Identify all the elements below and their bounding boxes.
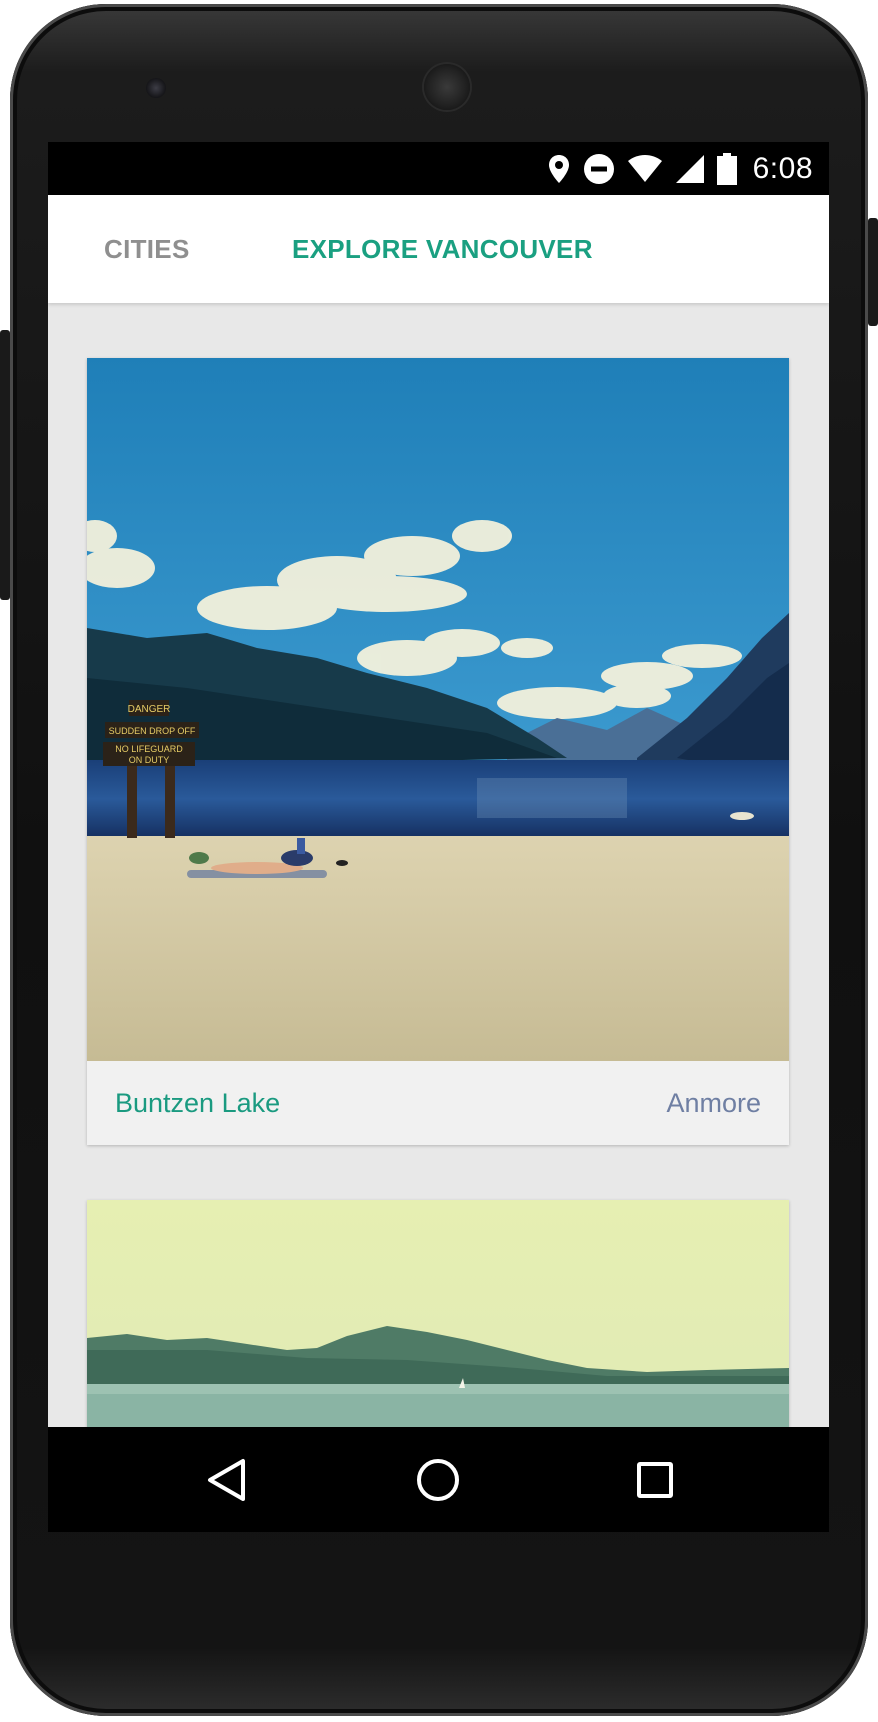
tab-bar: CITIES EXPLORE VANCOUVER bbox=[48, 195, 829, 303]
front-camera bbox=[146, 78, 166, 98]
home-icon[interactable] bbox=[411, 1453, 465, 1507]
place-card[interactable] bbox=[87, 1200, 789, 1427]
power-button bbox=[868, 218, 878, 326]
volume-button bbox=[0, 330, 10, 600]
navigation-bar bbox=[48, 1427, 829, 1532]
svg-text:SUDDEN DROP OFF: SUDDEN DROP OFF bbox=[109, 726, 196, 736]
cellular-signal-icon bbox=[675, 154, 705, 184]
status-icons: 6:08 bbox=[547, 142, 813, 195]
app-screen: 6:08 CITIES EXPLORE VANCOUVER DANGER SUD… bbox=[48, 142, 829, 1427]
tab-cities[interactable]: CITIES bbox=[104, 195, 190, 303]
tab-explore-vancouver[interactable]: EXPLORE VANCOUVER bbox=[292, 195, 593, 303]
svg-text:DANGER: DANGER bbox=[128, 704, 171, 715]
lake-beach-photo[interactable]: DANGER SUDDEN DROP OFF NO LIFEGUARD ON D… bbox=[87, 358, 789, 1061]
svg-text:NO LIFEGUARD: NO LIFEGUARD bbox=[115, 744, 183, 754]
place-card[interactable]: DANGER SUDDEN DROP OFF NO LIFEGUARD ON D… bbox=[87, 358, 789, 1145]
status-bar: 6:08 bbox=[48, 142, 829, 195]
places-list[interactable]: DANGER SUDDEN DROP OFF NO LIFEGUARD ON D… bbox=[48, 303, 829, 1427]
svg-text:ON DUTY: ON DUTY bbox=[129, 755, 170, 765]
back-icon[interactable] bbox=[200, 1453, 254, 1507]
status-time: 6:08 bbox=[752, 151, 813, 185]
place-name[interactable]: Buntzen Lake bbox=[115, 1061, 280, 1145]
place-area: Anmore bbox=[666, 1088, 761, 1118]
earpiece-speaker bbox=[424, 64, 470, 110]
recents-icon[interactable] bbox=[628, 1453, 682, 1507]
location-pin-icon bbox=[547, 154, 571, 184]
card-footer: Buntzen Lake Anmore bbox=[87, 1061, 789, 1145]
coastal-bay-photo[interactable] bbox=[87, 1200, 789, 1427]
do-not-disturb-icon bbox=[583, 153, 615, 185]
wifi-icon bbox=[627, 154, 663, 183]
battery-icon bbox=[716, 152, 737, 185]
